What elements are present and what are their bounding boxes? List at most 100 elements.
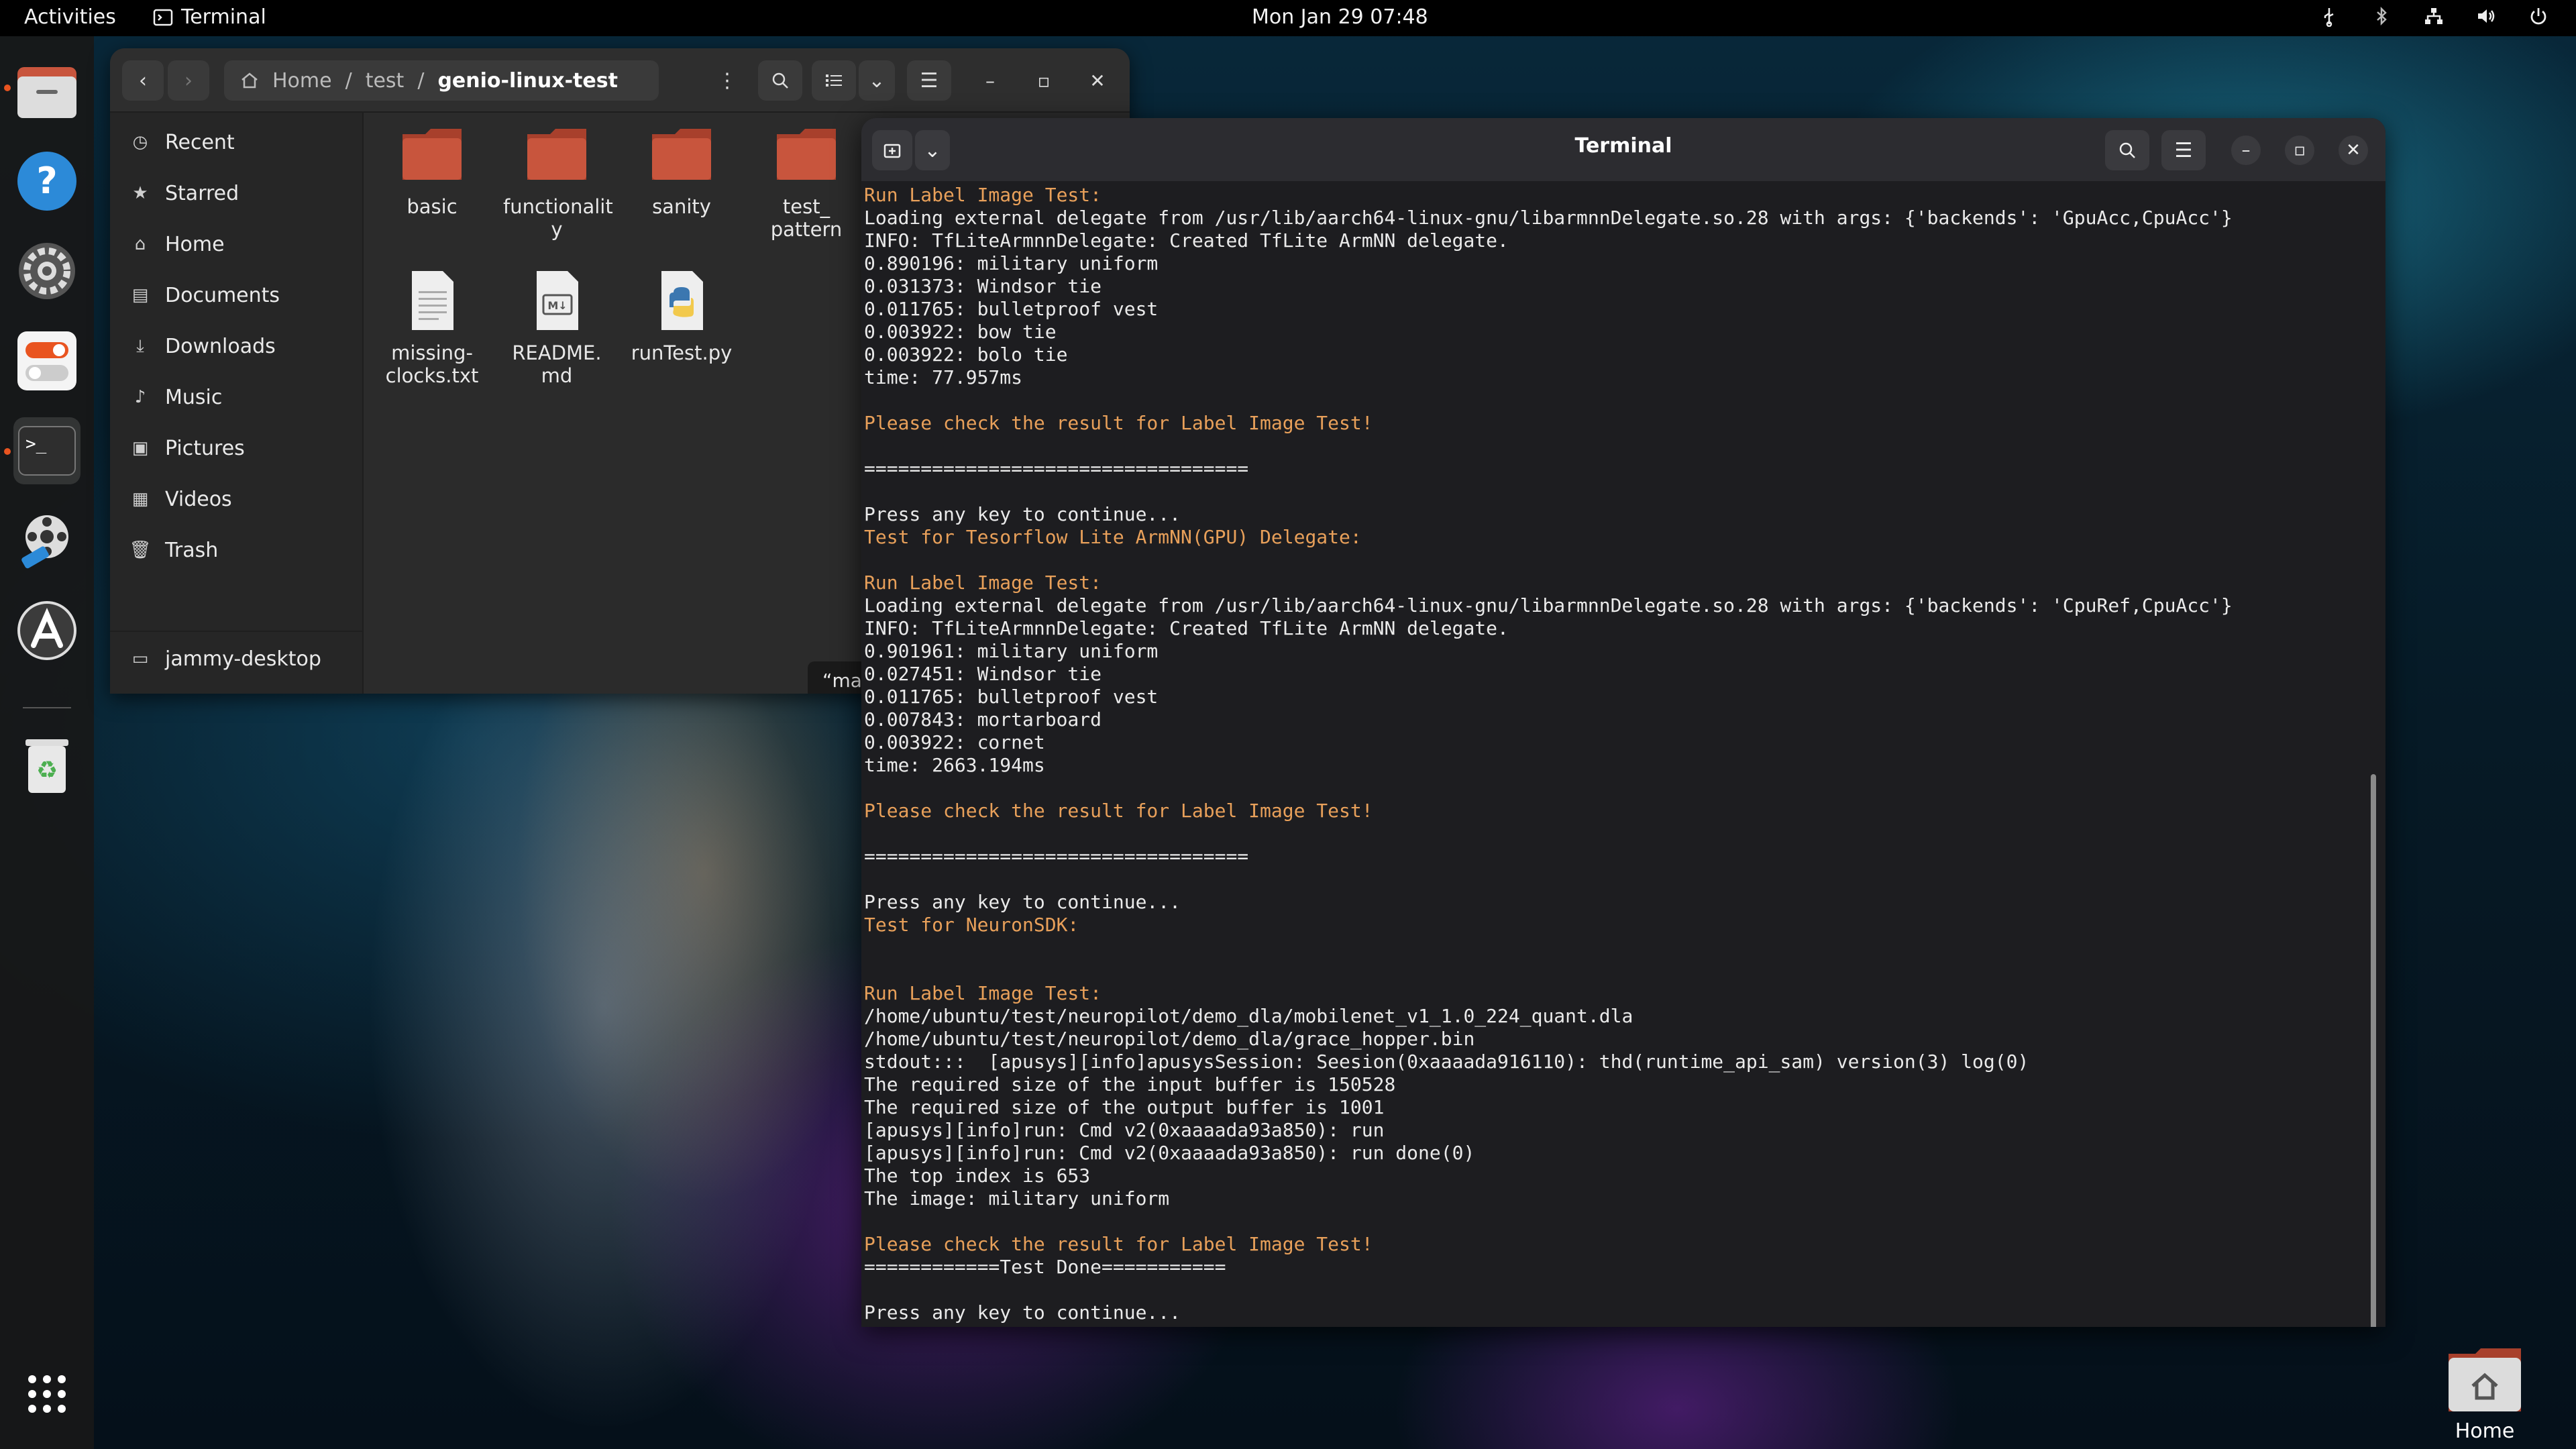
folder-item-test-pattern[interactable]: test_ pattern bbox=[753, 122, 860, 241]
terminal-title: Terminal bbox=[1574, 134, 1672, 158]
dock-terminal[interactable]: >_ bbox=[13, 417, 80, 484]
terminal-line: 0.031373: Windsor tie bbox=[864, 275, 1102, 297]
running-indicator bbox=[4, 85, 11, 91]
sidebar-item-trash[interactable]: 🗑 Trash bbox=[129, 530, 219, 570]
terminal-line: 0.027451: Windsor tie bbox=[864, 663, 1102, 685]
sidebar-item-music[interactable]: ♪ Music bbox=[130, 377, 223, 417]
sidebar-item-label: Pictures bbox=[165, 436, 245, 460]
svg-text:M↓: M↓ bbox=[547, 299, 567, 312]
terminal-output[interactable]: Run Label Image Test: Loading external de… bbox=[864, 184, 2360, 1324]
breadcrumb-test[interactable]: test bbox=[366, 69, 405, 93]
view-list-button[interactable] bbox=[812, 60, 856, 101]
terminal-line: ============Test Done=========== bbox=[864, 1256, 1226, 1278]
file-name: missing- bbox=[391, 341, 473, 364]
terminal-line: Loading external delegate from /usr/lib/… bbox=[864, 594, 2233, 616]
breadcrumb-current[interactable]: genio-linux-test bbox=[437, 69, 618, 93]
forward-button[interactable]: › bbox=[168, 60, 209, 101]
dock: ? >_ ♻ bbox=[0, 36, 94, 1449]
file-item-missing-clocks[interactable]: missing- clocks.txt bbox=[378, 268, 486, 387]
picture-icon: ▣ bbox=[131, 438, 149, 458]
sidebar-item-label: Trash bbox=[165, 538, 219, 562]
path-menu-button[interactable]: ⋮ bbox=[712, 60, 742, 101]
file-item-runtest-py[interactable]: runTest.py bbox=[628, 268, 735, 364]
close-button[interactable]: ✕ bbox=[1083, 66, 1112, 95]
dock-settings[interactable] bbox=[13, 237, 80, 305]
svg-text:♻: ♻ bbox=[36, 757, 58, 784]
dock-trash[interactable]: ♻ bbox=[13, 731, 80, 798]
dock-files[interactable] bbox=[13, 58, 80, 125]
dock-help[interactable]: ? bbox=[13, 148, 80, 215]
dock-tweaks[interactable] bbox=[13, 327, 80, 394]
terminal-line: Press any key to continue... bbox=[864, 891, 1181, 913]
folder-icon bbox=[652, 129, 711, 180]
minimize-button[interactable]: – bbox=[975, 66, 1005, 95]
dock-software[interactable] bbox=[13, 597, 80, 664]
terminal-window[interactable]: ⌄ Terminal ☰ – ▫ ✕ Run Label Image Test:… bbox=[861, 118, 2385, 1327]
sidebar-item-label: Videos bbox=[165, 487, 232, 511]
sidebar-item-label: Recent bbox=[165, 130, 235, 154]
terminal-menu-button[interactable]: ☰ bbox=[2161, 130, 2206, 170]
sidebar-item-home[interactable]: ⌂ Home bbox=[130, 224, 225, 264]
sidebar-item-videos[interactable]: ▦ Videos bbox=[130, 479, 232, 519]
app-menu[interactable]: Terminal bbox=[153, 5, 266, 29]
terminal-line: The image: military uniform bbox=[864, 1187, 1170, 1210]
sidebar-item-recent[interactable]: ◷ Recent bbox=[130, 122, 235, 162]
minimize-button[interactable]: – bbox=[2231, 136, 2261, 165]
terminal-line: Please check the result for Label Image … bbox=[864, 800, 1373, 822]
maximize-button[interactable]: ▫ bbox=[1029, 66, 1059, 95]
terminal-line: Please check the result for Label Image … bbox=[864, 1233, 1373, 1255]
sidebar-item-downloads[interactable]: ⤓ Downloads bbox=[130, 326, 276, 366]
sidebar-item-label: Music bbox=[165, 385, 223, 409]
sidebar-item-pictures[interactable]: ▣ Pictures bbox=[130, 428, 245, 468]
desktop-home-label: Home bbox=[2455, 1419, 2515, 1443]
system-tray[interactable] bbox=[2318, 5, 2549, 27]
file-item-readme[interactable]: M↓ README. md bbox=[503, 268, 610, 387]
terminal-line: Test for NeuronSDK: bbox=[864, 914, 1079, 936]
maximize-button[interactable]: ▫ bbox=[2285, 136, 2314, 165]
home-icon bbox=[241, 72, 258, 89]
clock[interactable]: Mon Jan 29 07:48 bbox=[1252, 5, 1428, 29]
list-view-icon bbox=[826, 74, 842, 87]
folder-item-functionality[interactable]: functionalit y bbox=[503, 122, 613, 241]
trash-icon: 🗑 bbox=[129, 540, 152, 560]
main-menu-button[interactable]: ☰ bbox=[907, 60, 951, 101]
terminal-scrollbar[interactable] bbox=[2371, 774, 2376, 1327]
activities-button[interactable]: Activities bbox=[24, 5, 116, 29]
sidebar-item-documents[interactable]: ▤ Documents bbox=[130, 275, 280, 315]
sidebar-item-jammy-desktop[interactable]: ▭ jammy-desktop bbox=[130, 639, 321, 679]
app-grid-icon bbox=[28, 1375, 66, 1413]
file-name-cont: clocks.txt bbox=[385, 364, 479, 387]
search-button[interactable] bbox=[758, 60, 802, 101]
usb-icon bbox=[2324, 8, 2334, 27]
terminal-line: 0.003922: bow tie bbox=[864, 321, 1057, 343]
folder-item-basic[interactable]: basic bbox=[378, 122, 486, 218]
breadcrumb-home[interactable]: Home bbox=[272, 69, 332, 93]
sidebar-item-starred[interactable]: ★ Starred bbox=[130, 173, 239, 213]
terminal-line: INFO: TfLiteArmnnDelegate: Created TfLit… bbox=[864, 229, 1509, 252]
terminal-line: 0.890196: military uniform bbox=[864, 252, 1159, 274]
chevron-right-icon: › bbox=[184, 68, 193, 93]
desktop-home-folder[interactable]: Home bbox=[2445, 1344, 2525, 1443]
back-button[interactable]: ‹ bbox=[122, 60, 164, 101]
terminal-line: 0.007843: mortarboard bbox=[864, 708, 1102, 731]
dock-tool[interactable] bbox=[13, 507, 80, 574]
terminal-line: Test for Tesorflow Lite ArmNN(GPU) Deleg… bbox=[864, 526, 1362, 548]
minimize-icon: – bbox=[2241, 140, 2251, 160]
show-apps-button[interactable] bbox=[13, 1360, 80, 1428]
terminal-line: ================================== bbox=[864, 845, 1249, 867]
file-name: basic bbox=[407, 195, 458, 218]
terminal-search-button[interactable] bbox=[2105, 130, 2149, 170]
terminal-line: [apusys][info]run: Cmd v2(0xaaaada93a850… bbox=[864, 1142, 1475, 1164]
terminal-icon bbox=[153, 9, 173, 25]
folder-icon bbox=[777, 129, 836, 180]
close-button[interactable]: ✕ bbox=[2339, 136, 2368, 165]
sidebar-item-jammy-server[interactable]: ▭jammy-server bbox=[130, 690, 305, 694]
markdown-file-icon: M↓ bbox=[537, 271, 578, 330]
view-options-button[interactable]: ⌄ bbox=[859, 60, 895, 101]
folder-item-sanity[interactable]: sanity bbox=[628, 122, 735, 218]
